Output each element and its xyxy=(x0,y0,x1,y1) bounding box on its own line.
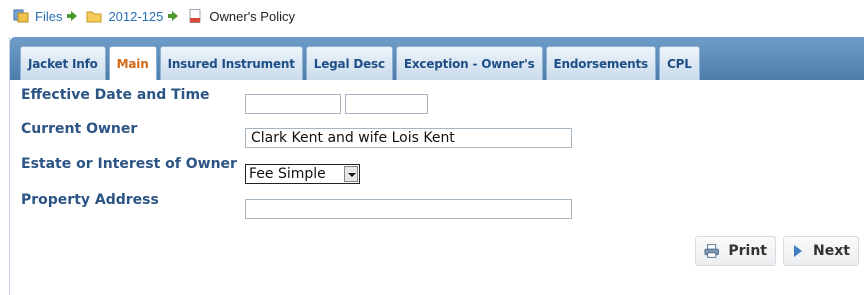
document-icon xyxy=(189,9,201,23)
tab-list: Jacket Info Main Insured Instrument Lega… xyxy=(20,46,703,80)
estate-select-value: Fee Simple xyxy=(249,166,326,182)
chevron-down-icon[interactable] xyxy=(344,166,358,182)
print-label: Print xyxy=(728,243,767,259)
folder-icon xyxy=(86,11,102,23)
tab-cpl[interactable]: CPL xyxy=(659,46,700,80)
tab-jacket-info[interactable]: Jacket Info xyxy=(20,46,106,80)
print-button[interactable]: Print xyxy=(695,236,776,266)
next-label: Next xyxy=(813,243,850,259)
arrow-right-icon xyxy=(168,11,179,21)
breadcrumb: Files 2012-125 Owner's Policy xyxy=(13,6,295,26)
property-address-label: Property Address xyxy=(21,192,159,208)
breadcrumb-current-label: Owner's Policy xyxy=(209,8,295,24)
property-address-field[interactable] xyxy=(245,199,572,219)
tab-endorsements[interactable]: Endorsements xyxy=(545,46,656,80)
effective-date-field[interactable] xyxy=(245,94,341,114)
play-arrow-icon xyxy=(794,245,802,257)
breadcrumb-files-link[interactable]: Files xyxy=(35,9,62,24)
tab-legal-desc[interactable]: Legal Desc xyxy=(305,46,393,80)
files-icon xyxy=(13,9,29,23)
current-owner-label: Current Owner xyxy=(21,121,138,137)
tab-exception-owners[interactable]: Exception - Owner's xyxy=(395,46,543,80)
next-button[interactable]: Next xyxy=(783,236,859,266)
current-owner-field[interactable] xyxy=(245,128,572,148)
tab-main[interactable]: Main xyxy=(108,46,157,80)
estate-label: Estate or Interest of Owner xyxy=(21,156,237,172)
breadcrumb-folder[interactable]: 2012-125 xyxy=(86,9,163,24)
breadcrumb-files[interactable]: Files xyxy=(13,9,62,24)
breadcrumb-folder-link[interactable]: 2012-125 xyxy=(108,9,163,24)
printer-icon xyxy=(704,244,719,258)
breadcrumb-current: Owner's Policy xyxy=(187,9,295,24)
tab-bar: Jacket Info Main Insured Instrument Lega… xyxy=(10,37,864,80)
effective-date-label: Effective Date and Time xyxy=(21,87,210,103)
tab-insured-instrument[interactable]: Insured Instrument xyxy=(159,46,303,80)
arrow-right-icon xyxy=(67,11,78,21)
effective-time-field[interactable] xyxy=(345,94,428,114)
estate-select[interactable]: Fee Simple xyxy=(245,164,360,184)
